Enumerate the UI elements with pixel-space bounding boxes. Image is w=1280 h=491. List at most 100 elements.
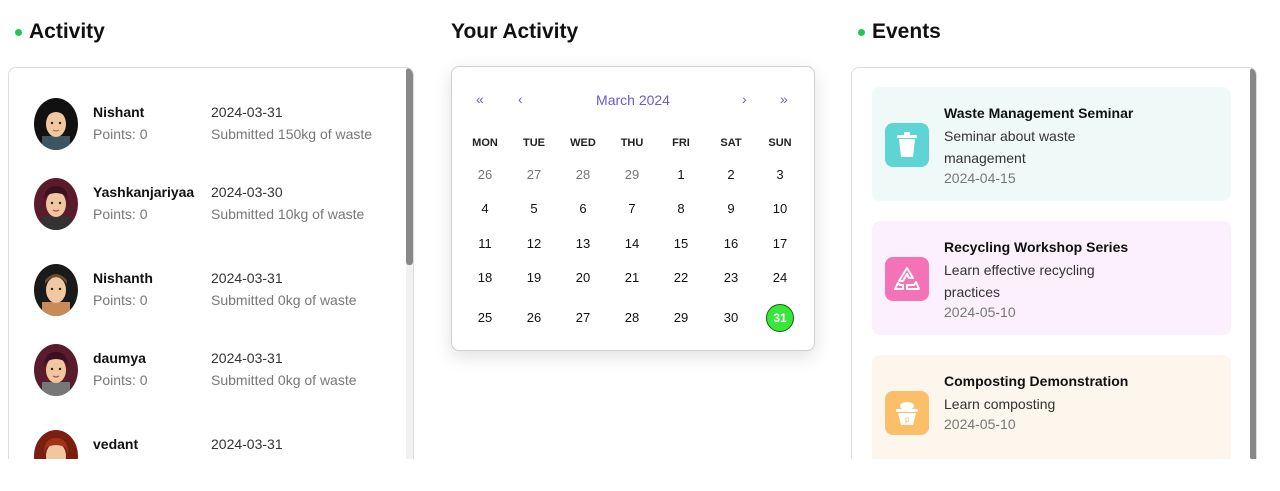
svg-text:p: p <box>905 415 910 424</box>
next-year-button[interactable]: » <box>780 91 788 107</box>
activity-description: Submitted 150kg of waste <box>211 126 373 142</box>
event-date: 2024-04-15 <box>944 170 1016 186</box>
activity-description: Submitted 10kg of waste <box>211 206 365 222</box>
calendar-day[interactable]: 27 <box>518 165 550 185</box>
calendar-day[interactable]: 15 <box>665 234 697 254</box>
calendar-day[interactable]: 1 <box>665 165 697 185</box>
event-date: 2024-05-10 <box>944 416 1016 432</box>
calendar-day[interactable]: 13 <box>567 234 599 254</box>
recycle-icon <box>894 267 920 290</box>
trash-bin-icon <box>897 132 917 157</box>
calendar-day[interactable]: 17 <box>764 234 796 254</box>
activity-row[interactable]: vedant 2024-03-31 <box>9 426 407 459</box>
event-date: 2024-05-10 <box>944 304 1016 320</box>
calendar-day[interactable]: 8 <box>665 199 697 219</box>
calendar-day[interactable]: 6 <box>567 199 599 219</box>
activity-card[interactable]: Nishant Points: 0 2024-03-31 Submitted 1… <box>8 67 414 459</box>
activity-title: Activity <box>29 20 105 43</box>
avatar <box>34 98 78 150</box>
avatar <box>34 264 78 316</box>
calendar-day[interactable]: 25 <box>469 308 501 328</box>
calendar-day[interactable]: 28 <box>567 165 599 185</box>
calendar-day[interactable]: 28 <box>616 308 648 328</box>
status-dot <box>15 28 22 36</box>
calendar-day[interactable]: 2 <box>715 165 747 185</box>
activity-row[interactable]: Yashkanjariyaa Points: 0 2024-03-30 Subm… <box>9 178 407 260</box>
activity-date: 2024-03-31 <box>211 436 283 452</box>
calendar-day[interactable]: 11 <box>469 234 501 254</box>
event-title: Composting Demonstration <box>944 373 1129 389</box>
calendar-month-label[interactable]: March 2024 <box>452 92 814 108</box>
event-description: Learn composting <box>944 396 1056 412</box>
ev-icon-wrap <box>885 257 929 301</box>
calendar-day[interactable]: 5 <box>518 199 550 219</box>
event-card[interactable]: Recycling Workshop Series Learn effectiv… <box>872 221 1231 335</box>
calendar-day[interactable]: 22 <box>665 268 697 288</box>
status-dot <box>858 28 865 36</box>
calendar-day[interactable]: 29 <box>665 308 697 328</box>
calendar-day[interactable]: 23 <box>715 268 747 288</box>
event-description: Seminar about waste management <box>944 128 1076 166</box>
events-card[interactable]: Waste Management Seminar Seminar about w… <box>851 67 1257 459</box>
calendar-day[interactable]: 30 <box>715 308 747 328</box>
activity-user-name: Nishant <box>93 104 145 120</box>
calendar-day[interactable]: 27 <box>567 308 599 328</box>
calendar-day[interactable]: 19 <box>518 268 550 288</box>
calendar-day-selected[interactable]: 31 <box>766 304 794 332</box>
weekday-label: WED <box>570 137 596 149</box>
activity-points: Points: 0 <box>93 206 148 222</box>
calendar-day[interactable]: 18 <box>469 268 501 288</box>
avatar <box>34 178 78 230</box>
activity-heading: Activity <box>15 20 105 44</box>
activity-description: Submitted 0kg of waste <box>211 372 357 388</box>
weekday-label: TUE <box>523 137 545 149</box>
next-month-button[interactable]: › <box>742 91 747 107</box>
your-activity-title: Your Activity <box>451 20 579 43</box>
calendar-day[interactable]: 3 <box>764 165 796 185</box>
activity-points: Points: 0 <box>93 292 148 308</box>
activity-user-name: Yashkanjariyaa <box>93 184 195 200</box>
activity-list[interactable]: Nishant Points: 0 2024-03-31 Submitted 1… <box>9 68 407 459</box>
activity-user-name: vedant <box>93 436 139 452</box>
calendar-day[interactable]: 26 <box>518 308 550 328</box>
activity-date: 2024-03-31 <box>211 350 283 366</box>
scrollbar-thumb[interactable] <box>1250 68 1256 459</box>
avatar <box>34 430 78 459</box>
calendar-day[interactable]: 21 <box>616 268 648 288</box>
weekday-label: SUN <box>768 137 792 149</box>
calendar-day[interactable]: 4 <box>469 199 501 219</box>
calendar-day[interactable]: 16 <box>715 234 747 254</box>
calendar: « ‹ March 2024 › » MON TUE WED THU FRI S… <box>451 66 815 351</box>
ev-icon-wrap: p <box>885 391 929 435</box>
weekday-label: FRI <box>672 137 690 149</box>
activity-row[interactable]: Nishant Points: 0 2024-03-31 Submitted 1… <box>9 98 407 180</box>
events-heading: Events <box>858 20 941 44</box>
activity-date: 2024-03-30 <box>211 184 283 200</box>
calendar-day[interactable]: 20 <box>567 268 599 288</box>
calendar-day[interactable]: 26 <box>469 165 501 185</box>
calendar-day[interactable]: 7 <box>616 199 648 219</box>
activity-points: Points: 0 <box>93 372 148 388</box>
weekday-label: MON <box>472 137 498 149</box>
activity-row[interactable]: Nishanth Points: 0 2024-03-31 Submitted … <box>9 264 407 346</box>
calendar-day[interactable]: 14 <box>616 234 648 254</box>
event-title: Waste Management Seminar <box>944 105 1134 121</box>
calendar-day[interactable]: 10 <box>764 199 796 219</box>
weekday-label: THU <box>620 137 644 149</box>
scrollbar-thumb[interactable] <box>406 68 413 265</box>
event-card[interactable]: Waste Management Seminar Seminar about w… <box>872 87 1231 201</box>
activity-points: Points: 0 <box>93 126 148 142</box>
activity-row[interactable]: daumya Points: 0 2024-03-31 Submitted 0k… <box>9 344 407 426</box>
activity-description: Submitted 0kg of waste <box>211 292 357 308</box>
your-activity-heading: Your Activity <box>451 20 578 44</box>
compost-pot-icon: p <box>896 402 918 425</box>
event-description: Learn effective recycling practices <box>944 262 1095 300</box>
activity-user-name: Nishanth <box>93 270 153 286</box>
calendar-day[interactable]: 9 <box>715 199 747 219</box>
activity-date: 2024-03-31 <box>211 270 283 286</box>
calendar-day[interactable]: 29 <box>616 165 648 185</box>
calendar-day[interactable]: 12 <box>518 234 550 254</box>
calendar-day[interactable]: 24 <box>764 268 796 288</box>
activity-date: 2024-03-31 <box>211 104 283 120</box>
event-card[interactable]: p Composting Demonstration Learn compost… <box>872 355 1231 459</box>
